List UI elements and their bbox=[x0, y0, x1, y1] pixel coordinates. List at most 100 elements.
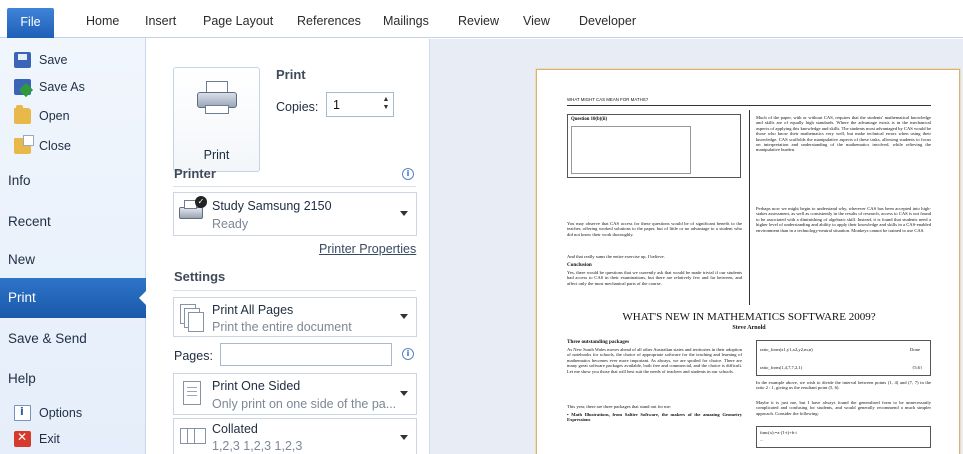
one-sided-icon bbox=[179, 379, 205, 409]
chevron-down-icon bbox=[400, 434, 408, 440]
save-as-label: Save As bbox=[39, 80, 85, 94]
formula-done-label: Done bbox=[910, 347, 920, 352]
copies-spinner[interactable]: ▲ ▼ bbox=[382, 96, 390, 112]
print-sides-title: Print One Sided bbox=[212, 379, 301, 393]
tab-references[interactable]: References bbox=[297, 14, 361, 28]
collation-dropdown[interactable]: Collated 1,2,3 1,2,3 1,2,3 bbox=[173, 418, 417, 454]
packages-text-2: This year, there are three packages that… bbox=[567, 404, 672, 409]
exit-label: Exit bbox=[39, 432, 60, 446]
question-box: Question 10(b)(ii) bbox=[567, 114, 741, 178]
tab-insert[interactable]: Insert bbox=[145, 14, 176, 28]
printer-heading: Printer bbox=[174, 166, 216, 181]
printer-icon bbox=[197, 81, 237, 115]
print-button[interactable]: Print bbox=[173, 67, 260, 172]
print-range-dropdown[interactable]: Print All Pages Print the entire documen… bbox=[173, 297, 417, 337]
pages-label: Pages: bbox=[174, 349, 213, 363]
exit-command[interactable]: Exit bbox=[14, 428, 60, 450]
nav-item-new[interactable]: New bbox=[0, 252, 146, 267]
printer-properties-link[interactable]: Printer Properties bbox=[319, 242, 416, 256]
chevron-down-icon bbox=[400, 391, 408, 396]
print-range-title: Print All Pages bbox=[212, 303, 294, 317]
formula-box: ratio_form(x1,y1,x2,y2,m,n) Done ratio_f… bbox=[756, 340, 931, 376]
collation-desc: 1,2,3 1,2,3 1,2,3 bbox=[212, 439, 303, 453]
options-label: Options bbox=[39, 406, 83, 420]
nav-item-print[interactable]: Print bbox=[0, 278, 147, 318]
close-document-icon bbox=[14, 135, 34, 154]
print-settings-pane: Print Print Copies: 1 ▲ ▼ Printer i ✓ Stu… bbox=[147, 39, 428, 454]
func-box: func(x):=a·(1-t)+b·t ... bbox=[756, 426, 931, 448]
pages-info-icon[interactable]: i bbox=[402, 348, 414, 360]
settings-heading: Settings bbox=[174, 269, 226, 284]
right-bottom-paragraph-1: In the example above, we wish to divide … bbox=[756, 380, 931, 391]
printer-small-icon: ✓ bbox=[179, 196, 207, 224]
options-command[interactable]: Options bbox=[14, 402, 82, 424]
close-label: Close bbox=[39, 139, 71, 153]
header-rule bbox=[567, 105, 931, 106]
column-divider bbox=[749, 110, 750, 305]
print-sides-dropdown[interactable]: Print One Sided Only print on one side o… bbox=[173, 373, 417, 415]
save-command[interactable]: Save bbox=[14, 49, 68, 71]
formula-label-1: ratio_form(x1,y1,x2,y2,m,n) bbox=[760, 347, 813, 352]
bullet-item: • Math Illustrations, from Saltire Softw… bbox=[567, 412, 742, 423]
conclusion-text: Yes, there would be questions that we cu… bbox=[567, 270, 742, 286]
save-icon bbox=[14, 52, 31, 68]
printer-name: Study Samsung 2150 bbox=[212, 199, 332, 213]
backstage-nav: Save Save As Open Close Info Recent New … bbox=[0, 38, 147, 454]
right-paragraph-2: Perhaps now we might begin to understand… bbox=[756, 206, 931, 233]
save-label: Save bbox=[39, 53, 68, 67]
print-preview-area: WHAT MIGHT CAS MEAN FOR MATHS? Question … bbox=[429, 39, 963, 454]
pages-icon bbox=[179, 303, 207, 335]
right-paragraph-1: Much of the paper, with or without CAS, … bbox=[756, 115, 931, 153]
tab-page-layout[interactable]: Page Layout bbox=[203, 14, 273, 28]
packages-heading: Three outstanding packages bbox=[567, 339, 630, 345]
chevron-down-icon bbox=[400, 314, 408, 319]
open-label: Open bbox=[39, 109, 70, 123]
pages-input[interactable] bbox=[220, 343, 392, 366]
printer-status: Ready bbox=[212, 217, 249, 231]
formula-result: {5,6} bbox=[912, 365, 923, 370]
func-label: func(x):=a·(1-t)+b·t bbox=[760, 430, 797, 435]
tab-view[interactable]: View bbox=[523, 14, 550, 28]
print-heading: Print bbox=[276, 67, 306, 82]
copies-input[interactable]: 1 ▲ ▼ bbox=[326, 92, 394, 117]
article-author: Steve Arnold bbox=[732, 325, 766, 331]
collation-title: Collated bbox=[212, 422, 258, 436]
settings-divider bbox=[173, 290, 416, 291]
close-command[interactable]: Close bbox=[14, 135, 71, 157]
ribbon-tab-bar: File Home Insert Page Layout References … bbox=[0, 0, 963, 38]
nav-item-help[interactable]: Help bbox=[0, 371, 146, 386]
printer-divider bbox=[173, 186, 416, 187]
question-image bbox=[571, 126, 691, 174]
formula-label-2: ratio_form(1,4,7,7,2,1) bbox=[760, 365, 803, 370]
print-button-label: Print bbox=[203, 148, 230, 162]
printer-dropdown[interactable]: ✓ Study Samsung 2150 Ready bbox=[173, 192, 417, 236]
save-as-icon bbox=[14, 79, 31, 95]
chevron-down-icon bbox=[400, 211, 408, 216]
conclusion-heading: Conclusion bbox=[567, 262, 592, 268]
running-head: WHAT MIGHT CAS MEAN FOR MATHS? bbox=[567, 97, 649, 102]
right-bottom-paragraph-2: Maybe it is just me, but I have always f… bbox=[756, 400, 931, 416]
collated-icon bbox=[179, 424, 207, 454]
print-sides-desc: Only print on one side of the pa... bbox=[212, 397, 397, 411]
left-paragraph-2: And that really sums the entire exercise… bbox=[567, 254, 665, 259]
question-title: Question 10(b)(ii) bbox=[571, 117, 608, 122]
options-icon bbox=[14, 405, 31, 421]
copies-value: 1 bbox=[333, 98, 340, 112]
nav-item-recent[interactable]: Recent bbox=[0, 214, 146, 229]
copies-label: Copies: bbox=[276, 100, 319, 114]
printer-info-icon[interactable]: i bbox=[402, 168, 414, 180]
nav-item-save-send[interactable]: Save & Send bbox=[0, 331, 146, 346]
tab-file[interactable]: File bbox=[7, 8, 54, 38]
tab-developer[interactable]: Developer bbox=[579, 14, 636, 28]
func-ellipsis: ... bbox=[760, 437, 764, 442]
article-title: WHAT'S NEW IN MATHEMATICS SOFTWARE 2009? bbox=[622, 311, 876, 323]
folder-open-icon bbox=[14, 105, 31, 124]
exit-icon bbox=[14, 430, 31, 447]
tab-home[interactable]: Home bbox=[86, 14, 119, 28]
nav-item-info[interactable]: Info bbox=[0, 173, 146, 188]
save-as-command[interactable]: Save As bbox=[14, 76, 85, 98]
tab-mailings[interactable]: Mailings bbox=[383, 14, 429, 28]
open-command[interactable]: Open bbox=[14, 105, 70, 127]
left-paragraph-1: You may observe that CAS access for thes… bbox=[567, 221, 742, 237]
tab-review[interactable]: Review bbox=[458, 14, 499, 28]
